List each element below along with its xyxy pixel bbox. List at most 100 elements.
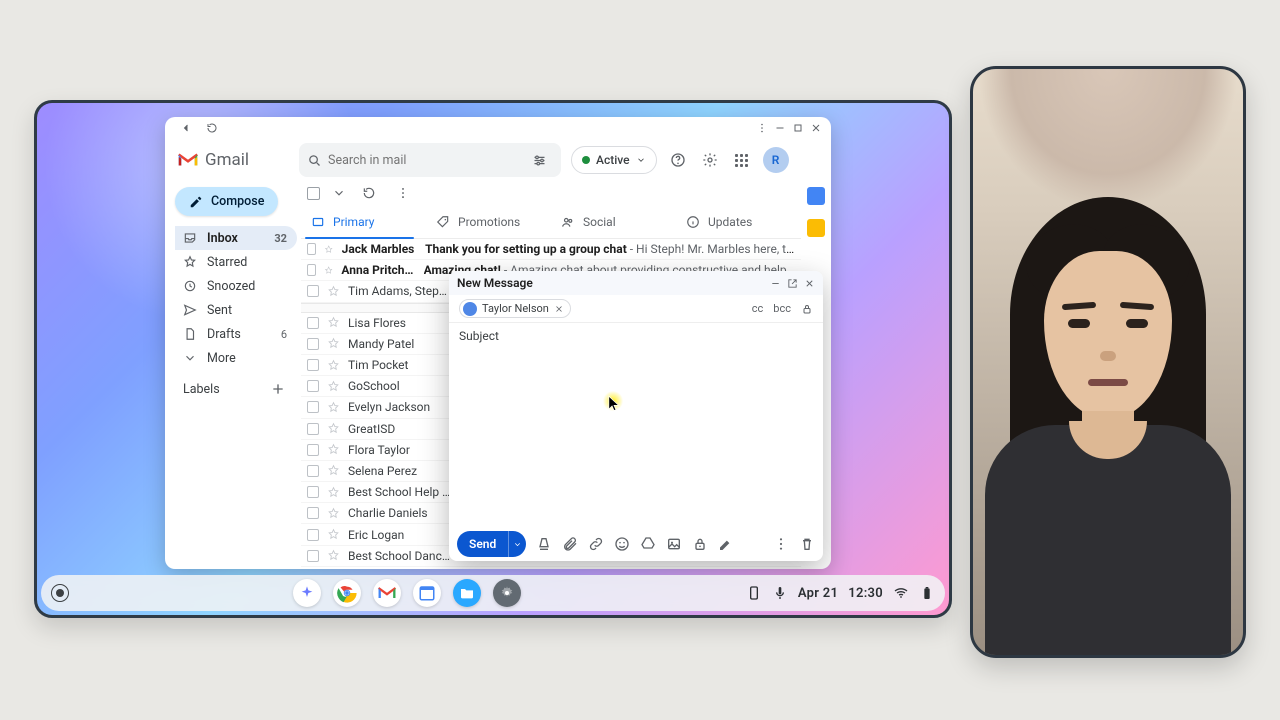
- star-icon[interactable]: [327, 337, 340, 350]
- sidebar-item-drafts[interactable]: Drafts 6: [175, 322, 297, 346]
- calendar-app-icon[interactable]: [413, 579, 441, 607]
- subject-input[interactable]: [449, 323, 823, 349]
- window-minimize-button[interactable]: [773, 121, 787, 135]
- attach-icon[interactable]: [562, 536, 578, 552]
- star-icon[interactable]: [327, 285, 340, 298]
- compose-button[interactable]: Compose: [175, 187, 278, 216]
- star-icon[interactable]: [327, 486, 340, 499]
- row-checkbox[interactable]: [307, 338, 319, 350]
- sidebar-item-sent[interactable]: Sent: [175, 298, 297, 322]
- close-icon[interactable]: [804, 278, 815, 289]
- row-checkbox[interactable]: [307, 423, 319, 435]
- compose-body[interactable]: [449, 349, 823, 527]
- image-icon[interactable]: [666, 536, 682, 552]
- row-checkbox[interactable]: [307, 264, 316, 276]
- row-checkbox[interactable]: [307, 380, 319, 392]
- gmail-app-icon[interactable]: [373, 579, 401, 607]
- gmail-brand-label: Gmail: [205, 150, 249, 170]
- star-icon[interactable]: [327, 316, 340, 329]
- drive-icon[interactable]: [640, 536, 656, 552]
- help-button[interactable]: [667, 149, 689, 171]
- recipients-row[interactable]: Taylor Nelson cc bcc: [449, 295, 823, 323]
- search-input[interactable]: [328, 153, 532, 168]
- tab-updates[interactable]: Updates: [676, 205, 801, 238]
- star-icon[interactable]: [327, 549, 340, 562]
- kebab-icon[interactable]: [773, 536, 789, 552]
- minimize-icon[interactable]: [770, 278, 781, 289]
- thread-row[interactable]: Jack Marbles Thank you for setting up a …: [301, 239, 801, 260]
- sidebar-item-snoozed[interactable]: Snoozed: [175, 274, 297, 298]
- format-icon[interactable]: [536, 536, 552, 552]
- dictation-icon[interactable]: [772, 585, 788, 601]
- lock-icon[interactable]: [801, 303, 813, 315]
- tune-icon[interactable]: [532, 153, 547, 168]
- launcher-button[interactable]: [51, 584, 69, 602]
- more-button[interactable]: [392, 182, 414, 204]
- star-icon[interactable]: [324, 243, 333, 256]
- google-apps-button[interactable]: [731, 149, 753, 171]
- chevron-down-icon[interactable]: [332, 186, 346, 200]
- shelf-status[interactable]: Apr 21 12:30: [746, 585, 935, 601]
- link-icon[interactable]: [588, 536, 604, 552]
- star-icon[interactable]: [327, 443, 340, 456]
- send-button[interactable]: Send: [457, 531, 526, 557]
- refresh-icon: [362, 186, 376, 200]
- send-options-button[interactable]: [508, 531, 526, 557]
- star-icon[interactable]: [327, 401, 340, 414]
- settings-button[interactable]: [699, 149, 721, 171]
- row-checkbox[interactable]: [307, 465, 319, 477]
- star-icon[interactable]: [327, 380, 340, 393]
- row-checkbox[interactable]: [307, 317, 319, 329]
- account-avatar[interactable]: R: [763, 147, 789, 173]
- confidential-icon[interactable]: [692, 536, 708, 552]
- row-checkbox[interactable]: [307, 444, 319, 456]
- status-chip[interactable]: Active: [571, 146, 657, 174]
- sidebar-item-starred[interactable]: Starred: [175, 250, 297, 274]
- window-maximize-button[interactable]: [791, 121, 805, 135]
- row-checkbox[interactable]: [307, 486, 319, 498]
- compose-header[interactable]: New Message: [449, 271, 823, 295]
- popout-icon[interactable]: [787, 278, 798, 289]
- assistant-app-icon[interactable]: [293, 579, 321, 607]
- star-icon[interactable]: [327, 359, 340, 372]
- row-checkbox[interactable]: [307, 550, 319, 562]
- recipient-chip[interactable]: Taylor Nelson: [459, 299, 571, 318]
- star-icon[interactable]: [324, 264, 333, 277]
- add-label-button[interactable]: [267, 378, 289, 400]
- tab-primary[interactable]: Primary: [301, 205, 426, 238]
- reload-button[interactable]: [205, 121, 219, 135]
- sidebar-item-inbox[interactable]: Inbox 32: [175, 226, 297, 250]
- select-all-checkbox[interactable]: [307, 187, 320, 200]
- cc-button[interactable]: cc: [752, 302, 764, 315]
- refresh-button[interactable]: [358, 182, 380, 204]
- tab-promotions[interactable]: Promotions: [426, 205, 551, 238]
- row-checkbox[interactable]: [307, 243, 316, 255]
- back-button[interactable]: [179, 121, 193, 135]
- keep-addon-icon[interactable]: [807, 219, 825, 237]
- settings-app-icon[interactable]: [493, 579, 521, 607]
- star-icon[interactable]: [327, 464, 340, 477]
- sidebar-item-more[interactable]: More: [175, 346, 297, 370]
- row-checkbox[interactable]: [307, 285, 319, 297]
- calendar-addon-icon[interactable]: [807, 187, 825, 205]
- bcc-button[interactable]: bcc: [773, 302, 791, 315]
- row-checkbox[interactable]: [307, 401, 319, 413]
- emoji-icon[interactable]: [614, 536, 630, 552]
- row-checkbox[interactable]: [307, 359, 319, 371]
- tab-social[interactable]: Social: [551, 205, 676, 238]
- window-close-button[interactable]: [809, 121, 823, 135]
- row-checkbox[interactable]: [307, 507, 319, 519]
- star-icon[interactable]: [327, 422, 340, 435]
- help-icon: [670, 152, 686, 168]
- star-icon[interactable]: [327, 507, 340, 520]
- row-checkbox[interactable]: [307, 529, 319, 541]
- phone-hub-icon[interactable]: [746, 585, 762, 601]
- remove-recipient-icon[interactable]: [554, 304, 564, 314]
- files-app-icon[interactable]: [453, 579, 481, 607]
- signature-icon[interactable]: [718, 536, 734, 552]
- star-icon[interactable]: [327, 528, 340, 541]
- trash-icon[interactable]: [799, 536, 815, 552]
- chrome-app-icon[interactable]: [333, 579, 361, 607]
- search-box[interactable]: [299, 143, 561, 177]
- window-menu-button[interactable]: [755, 121, 769, 135]
